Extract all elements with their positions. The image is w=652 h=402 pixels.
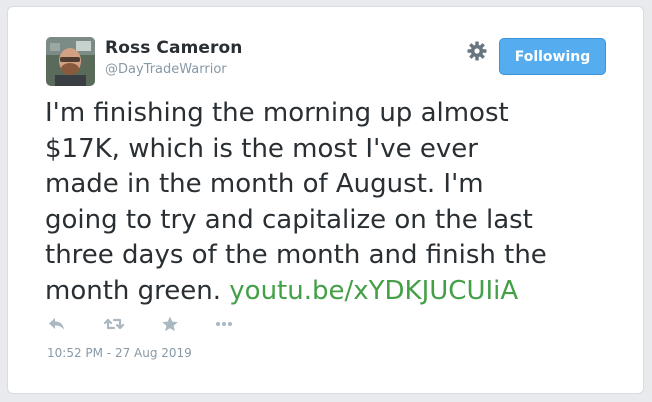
user-display-name[interactable]: Ross Cameron	[105, 38, 242, 58]
tweet-card: Ross Cameron @DayTradeWarrior Following …	[7, 6, 644, 394]
more-icon[interactable]	[213, 314, 235, 334]
retweet-icon[interactable]	[103, 314, 125, 334]
tweet-link[interactable]: youtu.be/xYDKJUCUIiA	[229, 276, 518, 306]
following-button[interactable]: Following	[499, 38, 606, 75]
tweet-text: I'm finishing the morning up almost $17K,…	[45, 96, 625, 309]
tweet-timestamp[interactable]: 10:52 PM - 27 Aug 2019	[47, 346, 192, 360]
tweet-line: three days of the month and finish the	[45, 240, 547, 270]
user-avatar-photo-icon	[46, 37, 95, 86]
reply-icon[interactable]	[46, 314, 68, 334]
avatar[interactable]	[46, 37, 95, 86]
user-handle[interactable]: @DayTradeWarrior	[105, 62, 227, 77]
tweet-line: month green.	[45, 275, 222, 306]
tweet-line: I'm finishing the morning up almost	[45, 98, 509, 128]
star-icon[interactable]	[159, 314, 181, 334]
tweet-line: going to try and capitalize on the last	[45, 204, 533, 235]
gear-icon[interactable]	[466, 40, 488, 62]
tweet-line: $17K, which is the most I've ever	[45, 133, 478, 164]
tweet-line: made in the month of August. I'm	[45, 169, 484, 199]
